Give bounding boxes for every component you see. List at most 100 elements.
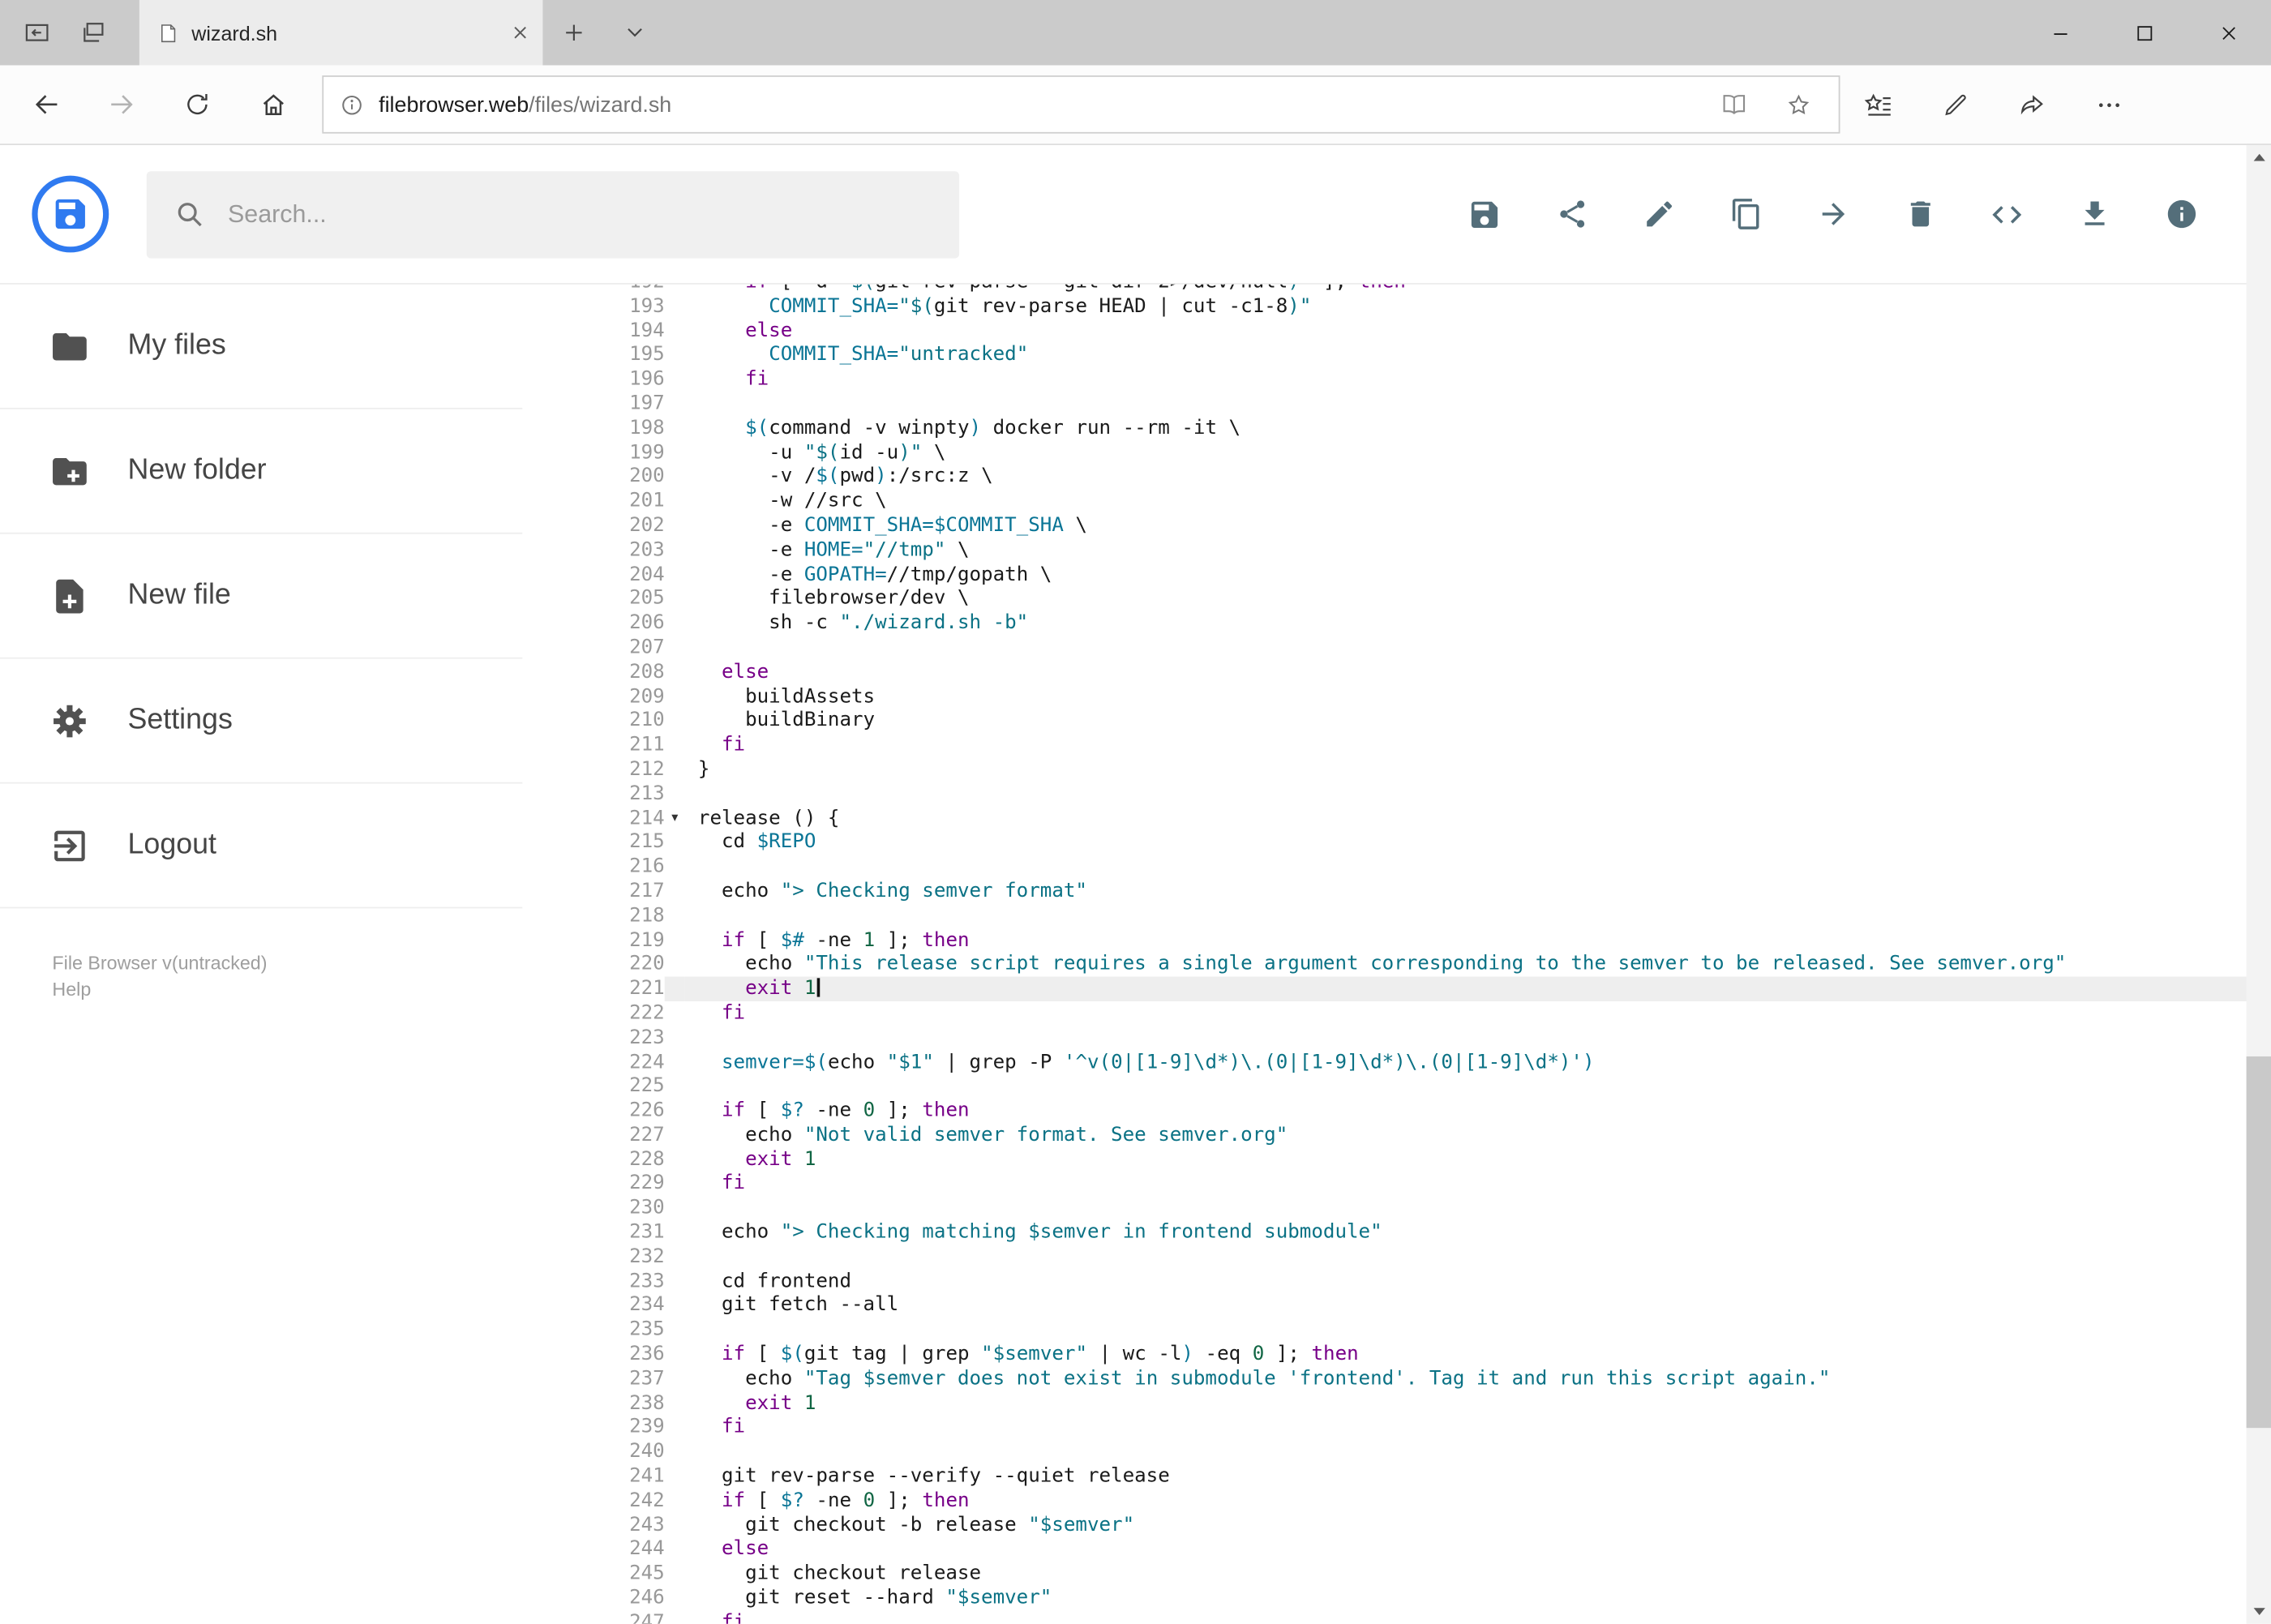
web-note-button[interactable] <box>1917 71 1994 138</box>
code-line[interactable]: 243 git checkout -b release "$semver" <box>522 1513 2271 1537</box>
code-line[interactable]: 240 <box>522 1440 2271 1464</box>
code-line[interactable]: 214 ▾ release () { <box>522 806 2271 830</box>
close-button[interactable] <box>2187 0 2271 66</box>
code-line[interactable]: 226 if [ $? -ne 0 ]; then <box>522 1099 2271 1123</box>
code-line[interactable]: 237 echo "Tag $semver does not exist in … <box>522 1367 2271 1391</box>
copy-button[interactable] <box>1729 197 1763 232</box>
code-line[interactable]: 220 echo "This release script requires a… <box>522 953 2271 977</box>
sidebar-item-new-file[interactable]: New file <box>0 534 523 659</box>
code-line[interactable]: 197 <box>522 392 2271 416</box>
code-line[interactable]: 222 fi <box>522 1001 2271 1026</box>
code-line[interactable]: 193 COMMIT_SHA="$(git rev-parse HEAD | c… <box>522 294 2271 319</box>
move-button[interactable] <box>1815 197 1850 232</box>
code-line[interactable]: 244 else <box>522 1537 2271 1562</box>
reading-view-button[interactable] <box>1709 79 1759 129</box>
info-button[interactable] <box>2164 197 2199 232</box>
code-line[interactable]: 227 echo "Not valid semver format. See s… <box>522 1123 2271 1147</box>
tab-close-icon[interactable] <box>512 24 529 41</box>
refresh-button[interactable] <box>160 71 235 138</box>
code-line[interactable]: 239 fi <box>522 1416 2271 1440</box>
code-line[interactable]: 246 git reset --hard "$semver" <box>522 1586 2271 1610</box>
code-line[interactable]: 231 echo "> Checking matching $semver in… <box>522 1220 2271 1245</box>
code-line[interactable]: 230 <box>522 1196 2271 1220</box>
source-button[interactable] <box>1990 197 2025 232</box>
code-line[interactable]: 203 -e HOME="//tmp" \ <box>522 538 2271 563</box>
more-button[interactable] <box>2071 71 2148 138</box>
address-bar[interactable]: filebrowser.web/files/wizard.sh <box>322 75 1840 134</box>
code-line[interactable]: 218 <box>522 904 2271 928</box>
code-line[interactable]: 210 buildBinary <box>522 709 2271 733</box>
code-line[interactable]: 241 git rev-parse --verify --quiet relea… <box>522 1464 2271 1489</box>
code-line[interactable]: 235 <box>522 1318 2271 1343</box>
share-page-button[interactable] <box>1994 71 2071 138</box>
code-line[interactable]: 247 fi <box>522 1610 2271 1623</box>
code-line[interactable]: 205 filebrowser/dev \ <box>522 587 2271 611</box>
new-tab-button[interactable] <box>542 0 603 66</box>
code-line[interactable]: 195 COMMIT_SHA="untracked" <box>522 343 2271 367</box>
minimize-button[interactable] <box>2019 0 2103 66</box>
code-line[interactable]: 217 echo "> Checking semver format" <box>522 879 2271 903</box>
home-button[interactable] <box>235 71 311 138</box>
code-line[interactable]: 245 git checkout release <box>522 1562 2271 1586</box>
code-line[interactable]: 206 sh -c "./wizard.sh -b" <box>522 611 2271 636</box>
code-line[interactable]: 228 exit 1 <box>522 1147 2271 1172</box>
code-line[interactable]: 236 if [ $(git tag | grep "$semver" | wc… <box>522 1343 2271 1367</box>
code-line[interactable]: 238 exit 1 <box>522 1391 2271 1416</box>
code-line[interactable]: 201 -w //src \ <box>522 489 2271 513</box>
page-scrollbar[interactable] <box>2246 144 2271 1624</box>
code-editor[interactable]: 192 if [ -d "$(git rev-parse --git-dir 2… <box>522 285 2271 1624</box>
code-line[interactable]: 221 exit 1 <box>522 976 2271 1001</box>
search-input[interactable]: Search... <box>146 170 960 258</box>
code-line[interactable]: 215 cd $REPO <box>522 830 2271 855</box>
code-line[interactable]: 225 <box>522 1074 2271 1099</box>
tab-preview-button[interactable] <box>604 0 665 66</box>
tabs-set-aside-button[interactable] <box>64 0 119 66</box>
hub-button[interactable] <box>1840 71 1917 138</box>
rename-button[interactable] <box>1641 197 1676 232</box>
code-line[interactable]: 242 if [ $? -ne 0 ]; then <box>522 1489 2271 1513</box>
code-line[interactable]: 211 fi <box>522 733 2271 757</box>
sidebar-item-logout[interactable]: Logout <box>0 783 523 909</box>
back-button[interactable] <box>9 71 84 138</box>
code-line[interactable]: 208 else <box>522 660 2271 684</box>
delete-button[interactable] <box>1902 197 1937 232</box>
code-line[interactable]: 233 cd frontend <box>522 1269 2271 1293</box>
code-line[interactable]: 232 <box>522 1245 2271 1269</box>
code-line[interactable]: 223 <box>522 1026 2271 1050</box>
code-line[interactable]: 216 <box>522 855 2271 879</box>
download-button[interactable] <box>2076 197 2111 232</box>
code-line[interactable]: 209 buildAssets <box>522 684 2271 709</box>
set-tabs-aside-button[interactable] <box>9 0 64 66</box>
code-line[interactable]: 200 -v /$(pwd):/src:z \ <box>522 465 2271 489</box>
code-line[interactable]: 204 -e GOPATH=//tmp/gopath \ <box>522 563 2271 587</box>
browser-tab[interactable]: wizard.sh <box>139 0 543 66</box>
scrollbar-track[interactable] <box>2246 169 2271 1599</box>
sidebar-item-my-files[interactable]: My files <box>0 285 523 409</box>
sidebar-item-settings[interactable]: Settings <box>0 659 523 784</box>
code-line[interactable]: 202 -e COMMIT_SHA=$COMMIT_SHA \ <box>522 514 2271 538</box>
code-line[interactable]: 212} <box>522 757 2271 782</box>
scroll-down-icon[interactable] <box>2247 1599 2271 1623</box>
scrollbar-thumb[interactable] <box>2246 1056 2271 1428</box>
code-line[interactable]: 194 else <box>522 319 2271 343</box>
maximize-button[interactable] <box>2102 0 2187 66</box>
code-line[interactable]: 219 if [ $# -ne 1 ]; then <box>522 928 2271 953</box>
code-line[interactable]: 234 git fetch --all <box>522 1294 2271 1318</box>
share-button[interactable] <box>1554 197 1589 232</box>
help-link[interactable]: Help <box>52 978 522 1000</box>
code-line[interactable]: 196 fi <box>522 367 2271 392</box>
add-favorite-button[interactable] <box>1773 79 1823 129</box>
code-line[interactable]: 213 <box>522 782 2271 806</box>
scroll-up-icon[interactable] <box>2247 145 2271 169</box>
code-line[interactable]: 207 <box>522 636 2271 660</box>
save-button[interactable] <box>1467 197 1502 232</box>
code-line[interactable]: 198 $(command -v winpty) docker run --rm… <box>522 416 2271 440</box>
sidebar-item-new-folder[interactable]: New folder <box>0 409 523 534</box>
fold-marker-icon[interactable]: ▾ <box>665 806 685 830</box>
code-line[interactable]: 199 -u "$(id -u)" \ <box>522 440 2271 465</box>
app-logo[interactable] <box>32 175 109 253</box>
forward-button[interactable] <box>84 71 160 138</box>
code-line[interactable]: 192 if [ -d "$(git rev-parse --git-dir 2… <box>522 285 2271 294</box>
code-line[interactable]: 224 semver=$(echo "$1" | grep -P '^v(0|[… <box>522 1050 2271 1074</box>
code-line[interactable]: 229 fi <box>522 1172 2271 1196</box>
